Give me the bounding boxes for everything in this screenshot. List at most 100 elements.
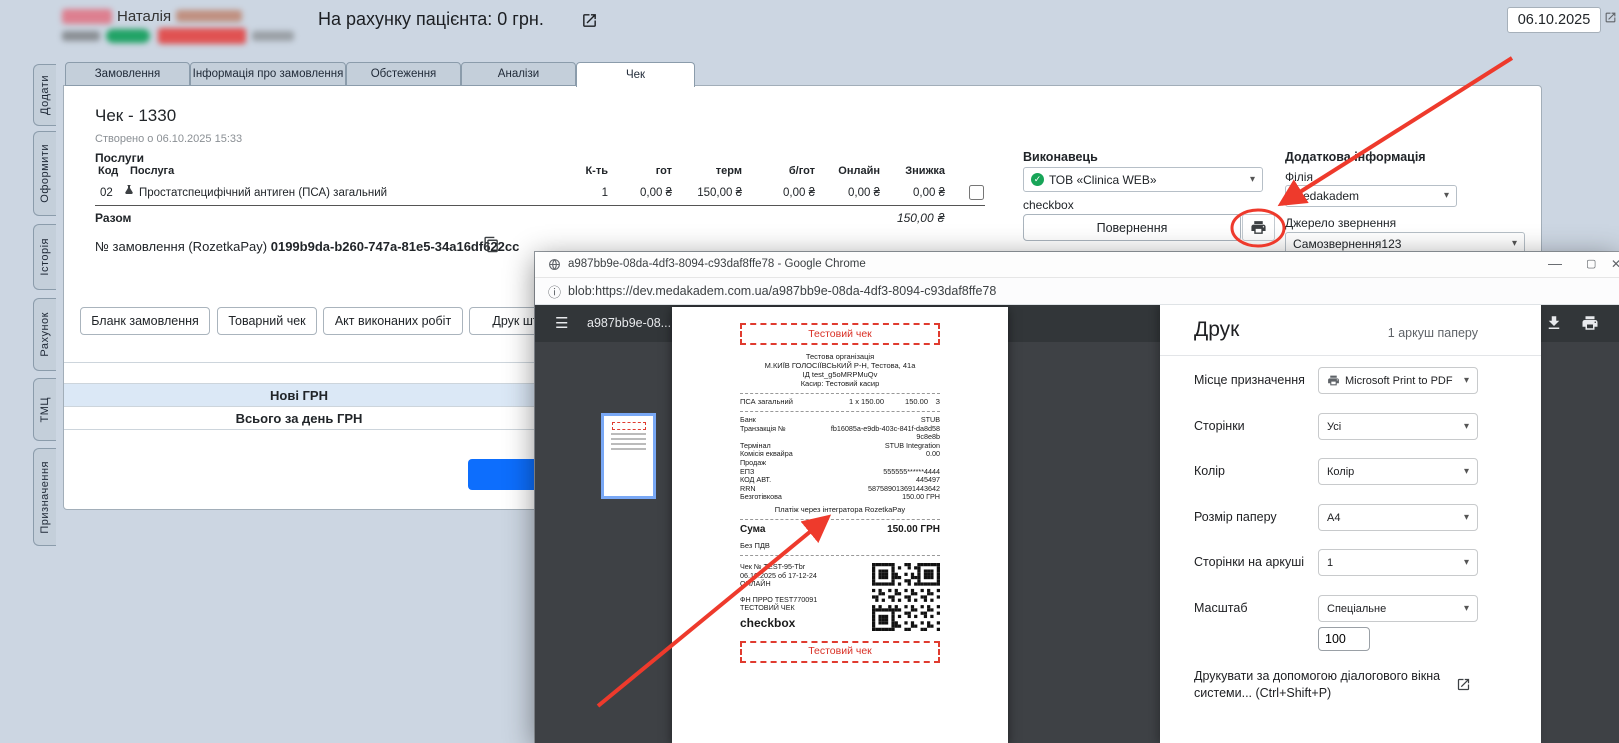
check-online: ОНЛАЙН: [740, 579, 771, 589]
pages-per-sheet-select[interactable]: 1 ▾: [1318, 549, 1478, 576]
col-term: терм: [715, 165, 742, 177]
print-check-button[interactable]: [1242, 214, 1275, 241]
scale-select[interactable]: Спеціальне ▾: [1318, 595, 1478, 622]
col-code: Код: [98, 165, 119, 177]
org-cashier: Касир: Тестовий касир: [800, 379, 880, 388]
col-cash: гот: [655, 165, 672, 177]
receipt-item-line: ПСА загальний 1 х 150.00 150.00 З: [740, 397, 940, 406]
maximize-icon[interactable]: ▢: [1586, 257, 1596, 270]
color-select[interactable]: Колір ▾: [1318, 458, 1478, 485]
work-act-button[interactable]: Акт виконаних робіт: [323, 307, 463, 335]
receipt-separator: [740, 393, 940, 394]
date-field[interactable]: 06.10.2025: [1507, 7, 1601, 33]
tab-chek[interactable]: Чек: [576, 62, 695, 87]
service-row-checkbox[interactable]: [969, 185, 984, 200]
panel-divider: [1160, 355, 1541, 356]
tab-analizy[interactable]: Аналізи: [461, 62, 576, 86]
system-dialog-link[interactable]: Друкувати за допомогою діалогового вікна…: [1194, 668, 1444, 702]
destination-label: Місце призначення: [1194, 373, 1305, 387]
col-online: Онлайн: [838, 165, 880, 177]
source-value: Самозвернення123: [1293, 236, 1402, 251]
order-blank-button[interactable]: Бланк замовлення: [80, 307, 210, 335]
tab-info-zamovlennya[interactable]: Інформація про замовлення: [190, 62, 346, 86]
chevron-down-icon: ▾: [1463, 420, 1469, 432]
toolbar-print-icon[interactable]: [1581, 314, 1599, 332]
tab-zamovlennya[interactable]: Замовлення: [65, 62, 190, 86]
chevron-down-icon: ▾: [1249, 173, 1255, 185]
address-bar[interactable]: ⓘ blob:https://dev.medakadem.com.ua/a987…: [535, 278, 1619, 305]
receipt-preview-page: Тестовий чек Тестова організація М.КИЇВ …: [672, 307, 1008, 743]
date-value: 06.10.2025: [1517, 12, 1591, 28]
window-title: a987bb9e-08da-4df3-8094-c93daf8ffe78 - G…: [568, 258, 866, 270]
services-section-title: Послуги: [95, 151, 144, 165]
color-label: Колір: [1194, 464, 1225, 478]
sidebar-item-rakhunok[interactable]: Рахунок: [33, 298, 56, 371]
redacted-green-badge: [106, 29, 150, 43]
branch-select[interactable]: medakadem ▾: [1285, 185, 1457, 207]
org-id: ІД test_g5oMRPMuQv: [802, 370, 878, 379]
redacted-patient-info: [176, 10, 242, 22]
chevron-down-icon: ▾: [1463, 465, 1469, 477]
service-code: 02: [100, 187, 113, 199]
executor-label: Виконавець: [1023, 150, 1098, 164]
col-cashless: б/гот: [788, 165, 815, 177]
total-label: Разом: [95, 211, 132, 225]
tab-obstezhennya[interactable]: Обстеження: [346, 62, 461, 86]
receipt-content: Тестовий чек Тестова організація М.КИЇВ …: [740, 323, 940, 663]
redacted-text: [252, 31, 294, 41]
item-tax-group: З: [935, 397, 940, 406]
open-account-icon[interactable]: [581, 12, 598, 29]
open-system-dialog-icon[interactable]: [1456, 677, 1471, 692]
sidebar-item-oformyty[interactable]: Оформити: [33, 131, 56, 216]
service-cashless: 0,00 ₴: [783, 187, 815, 199]
integrator-note: Платіж через інтегратора RozetkaPay: [774, 504, 906, 514]
sidebar-item-istoriya[interactable]: Історія: [33, 224, 56, 290]
scale-label: Масштаб: [1194, 601, 1248, 615]
extra-info-label: Додаткова інформація: [1285, 150, 1426, 164]
order-number-label: № замовлення (RozetkaPay): [95, 239, 268, 254]
chrome-print-window: a987bb9e-08da-4df3-8094-c93daf8ffe78 - G…: [535, 252, 1619, 743]
goods-check-button[interactable]: Товарний чек: [217, 307, 317, 335]
service-qty: 1: [601, 187, 608, 199]
chevron-down-icon: ▾: [1463, 602, 1469, 614]
close-icon[interactable]: ✕: [1611, 257, 1619, 271]
pdf-thumbnail[interactable]: [601, 413, 656, 499]
order-number-line: № замовлення (RozetkaPay) 0199b9da-b260-…: [95, 239, 519, 254]
test-check-banner-top: Тестовий чек: [740, 323, 940, 345]
sidebar-item-tmc[interactable]: ТМЦ: [33, 378, 56, 441]
item-qty: 1 х 150.00: [848, 397, 884, 406]
receipt-separator: [740, 554, 940, 556]
download-icon[interactable]: [1545, 314, 1563, 332]
destination-select[interactable]: Microsoft Print to PDF ▾: [1318, 367, 1478, 394]
sidebar-item-pryznachennya[interactable]: Призначення: [33, 448, 56, 546]
info-icon[interactable]: ⓘ: [548, 282, 561, 301]
printer-icon: [1328, 375, 1339, 386]
redacted-surname: [62, 9, 112, 24]
patient-balance-title: На рахунку пацієнта: 0 грн.: [318, 9, 544, 29]
paper-size-select[interactable]: A4 ▾: [1318, 504, 1478, 531]
minimize-icon[interactable]: —: [1548, 255, 1562, 271]
service-online: 0,00 ₴: [848, 187, 880, 199]
redacted-red-badge: [158, 28, 246, 44]
checkbox-logo: checkbox: [740, 615, 796, 630]
redacted-text: [62, 31, 100, 41]
copy-icon[interactable]: [483, 236, 500, 253]
pdf-document-title: a987bb9e-08...: [587, 316, 672, 330]
fiscal-test-label: ТЕСТОВИЙ ЧЕК: [740, 603, 795, 613]
col-service: Послуга: [130, 165, 175, 177]
return-button[interactable]: Повернення: [1023, 214, 1241, 241]
scale-input[interactable]: [1318, 627, 1370, 651]
print-settings-panel: Друк 1 аркуш паперу Місце призначення Mi…: [1160, 305, 1541, 743]
sidebar-item-dodaty[interactable]: Додати: [33, 64, 56, 126]
executor-select[interactable]: ✓ ТОВ «Clinica WEB» ▾: [1023, 167, 1263, 192]
date-popup-icon[interactable]: [1604, 11, 1617, 24]
receipt-separator: [740, 411, 940, 412]
chevron-down-icon: ▾: [1463, 556, 1469, 568]
hamburger-menu-icon[interactable]: ☰: [555, 314, 568, 332]
col-qty: К-ть: [585, 165, 608, 177]
sheets-count: 1 аркуш паперу: [1387, 326, 1478, 340]
branch-label: Філія: [1285, 170, 1313, 184]
printer-icon: [1251, 221, 1266, 234]
paper-size-label: Розмір паперу: [1194, 510, 1277, 524]
pages-select[interactable]: Усі ▾: [1318, 413, 1478, 440]
